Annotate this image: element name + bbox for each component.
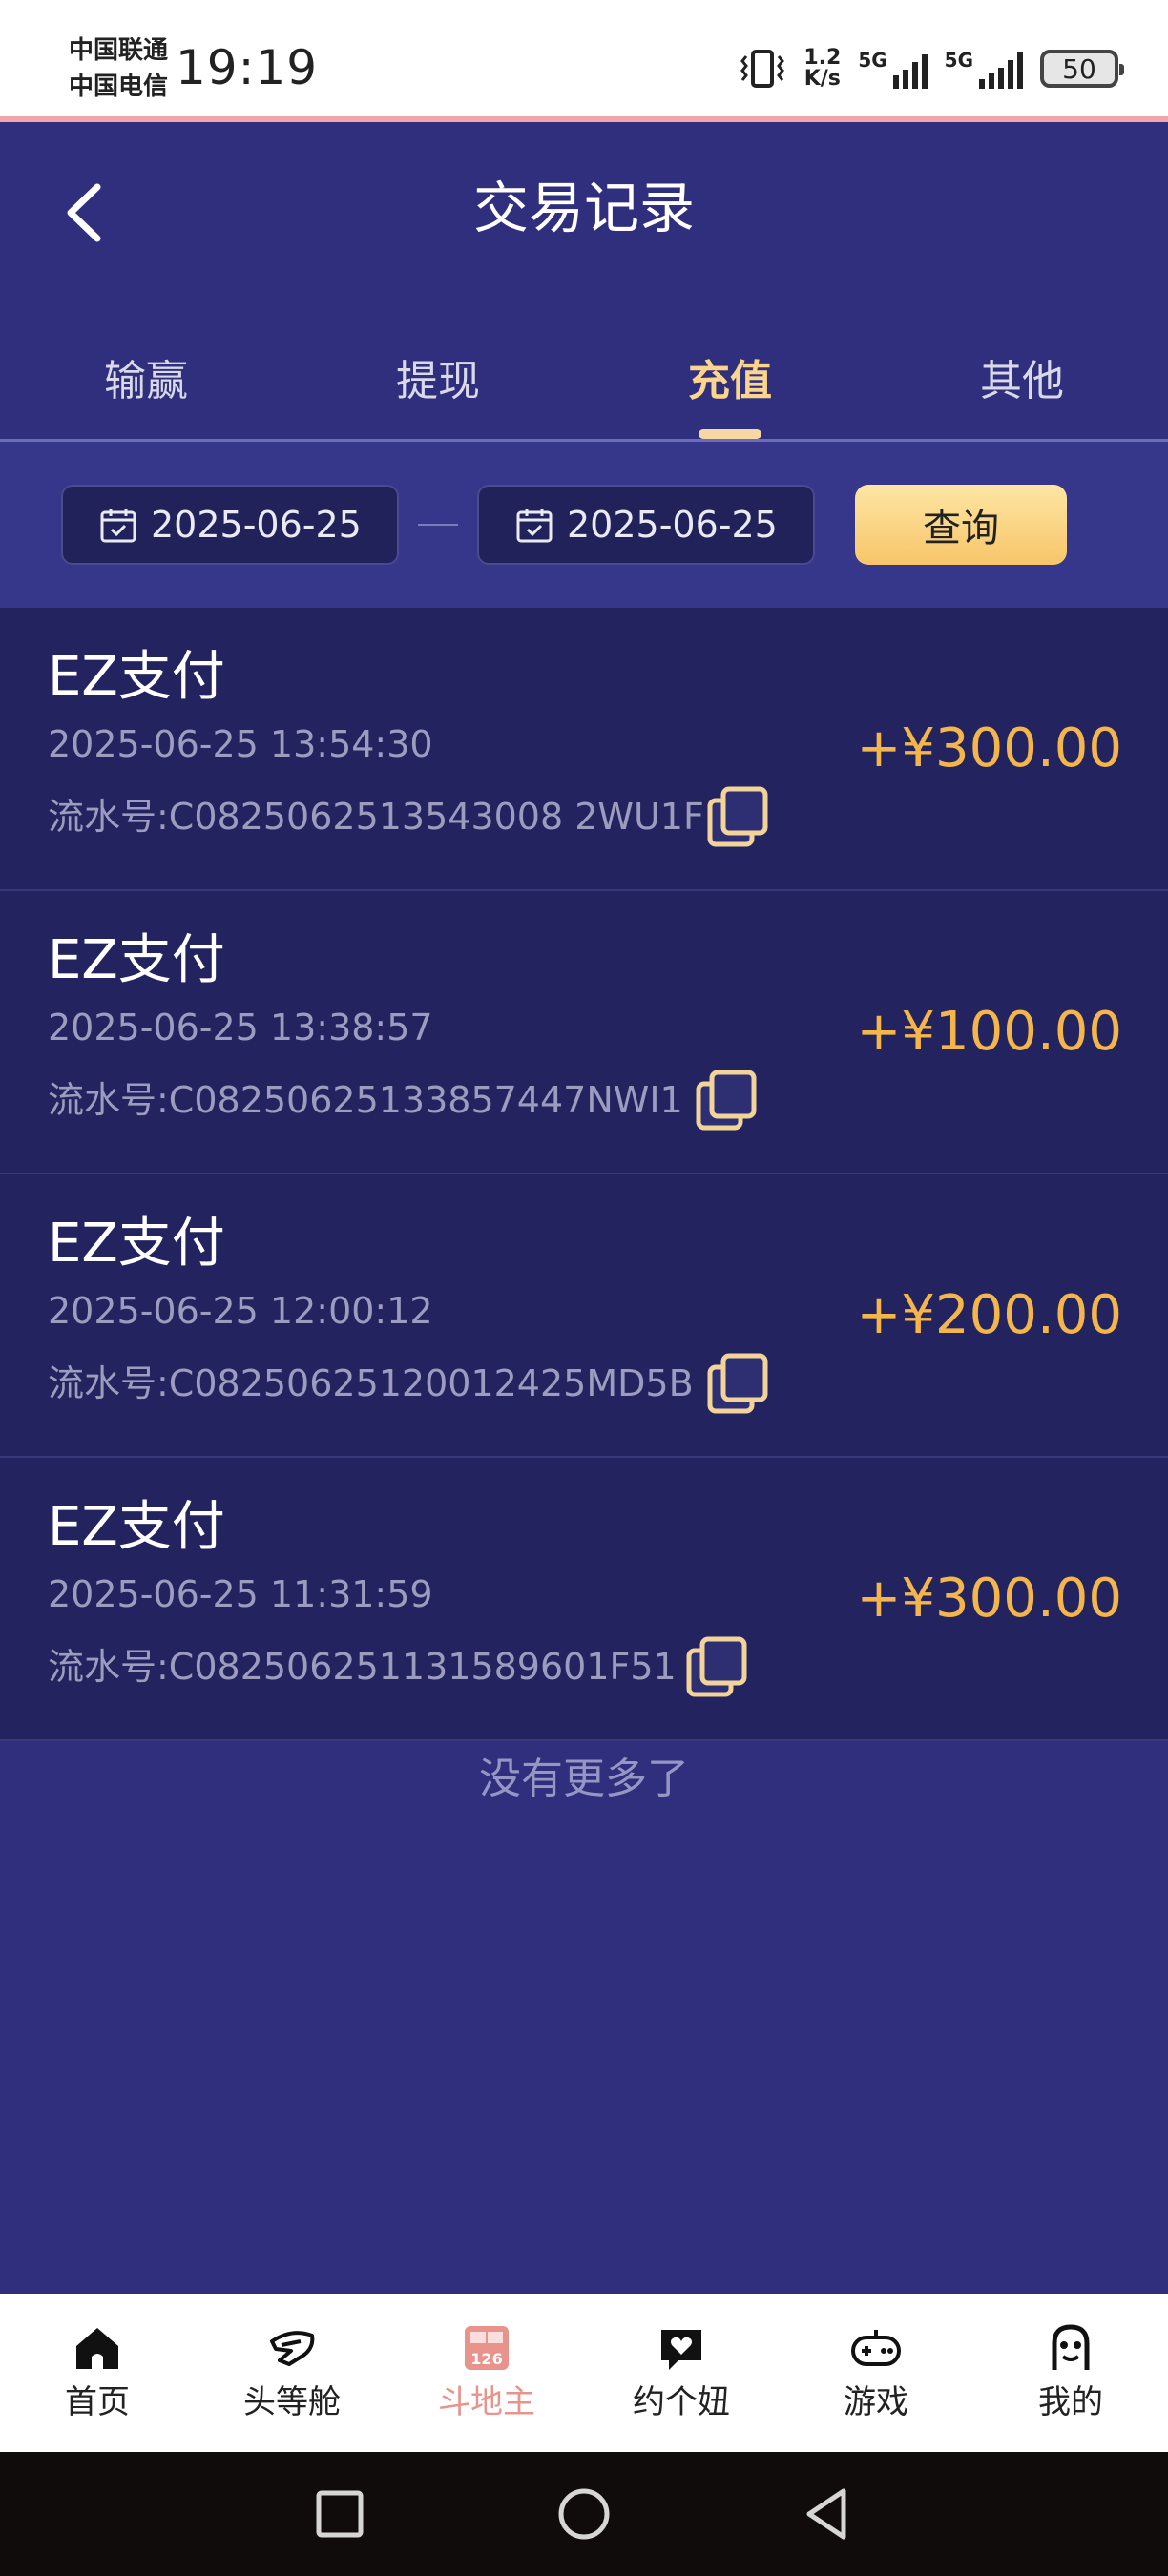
- sim2-signal-icon: 5G: [945, 49, 1023, 89]
- serial-number: 流水号:C0825062513543008 2WU1F: [48, 796, 704, 838]
- nav-date-label: 约个妞: [633, 2383, 730, 2421]
- tab-bar: 输赢 提现 充值 其他: [0, 334, 1168, 439]
- payment-method: EZ支付: [48, 1213, 225, 1275]
- serial-number: 流水号:C082506251131589601F51: [48, 1646, 677, 1688]
- status-time: 19:19: [176, 40, 319, 95]
- tab-win-loss[interactable]: 输赢: [0, 334, 292, 439]
- date-filter-bar: 2025-06-25 2025-06-25 查询: [0, 442, 1168, 608]
- gamepad-icon: [851, 2330, 901, 2366]
- end-date-picker[interactable]: 2025-06-25: [477, 485, 815, 565]
- copy-icon[interactable]: [706, 1352, 771, 1417]
- sim1-signal-icon: 5G: [858, 49, 928, 89]
- copy-icon[interactable]: [685, 1635, 750, 1700]
- tab-withdraw[interactable]: 提现: [292, 334, 584, 439]
- copy-icon[interactable]: [695, 1069, 760, 1133]
- nav-first-class-label: 头等舱: [243, 2383, 341, 2421]
- bottom-nav: 首页 头等舱 126 斗地主 约个妞 游戏 我的: [0, 2294, 1168, 2452]
- carrier-1: 中国联通: [69, 36, 169, 65]
- nav-home[interactable]: 首页: [0, 2294, 195, 2452]
- query-button[interactable]: 查询: [855, 485, 1067, 565]
- nav-games-label: 游戏: [844, 2383, 908, 2421]
- home-circle-icon[interactable]: [555, 2485, 613, 2543]
- serial-number: 流水号:C08250625120012425MD5B: [48, 1362, 694, 1404]
- system-icons: 1.2 K/s 5G 5G 50: [739, 42, 1124, 95]
- nav-date[interactable]: 约个妞: [584, 2294, 779, 2452]
- svg-text:126: 126: [470, 2350, 502, 2368]
- carrier-2: 中国电信: [69, 73, 169, 101]
- amount: +¥300.00: [856, 717, 1123, 779]
- nav-doudizhu-label: 斗地主: [438, 2383, 535, 2421]
- amount: +¥200.00: [856, 1284, 1123, 1346]
- start-date-value: 2025-06-25: [151, 504, 362, 546]
- nav-profile-label: 我的: [1038, 2383, 1103, 2421]
- list-item: EZ支付 2025-06-25 13:54:30 流水号:C0825062513…: [0, 608, 1168, 891]
- payment-method: EZ支付: [48, 929, 225, 991]
- calendar-icon: [516, 509, 553, 543]
- date-range-separator: [418, 524, 458, 526]
- transaction-time: 2025-06-25 12:00:12: [48, 1290, 433, 1332]
- transaction-time: 2025-06-25 13:54:30: [48, 723, 433, 765]
- nav-home-label: 首页: [65, 2383, 130, 2421]
- home-icon: [76, 2328, 118, 2369]
- net-speed: 1.2 K/s: [803, 48, 841, 90]
- no-more-text: 没有更多了: [479, 1755, 689, 1803]
- start-date-picker[interactable]: 2025-06-25: [61, 485, 399, 565]
- header: 交易记录 输赢 提现 充值 其他: [0, 122, 1168, 443]
- nav-profile[interactable]: 我的: [973, 2294, 1168, 2452]
- back-triangle-icon[interactable]: [800, 2485, 857, 2543]
- status-bar: 中国联通 中国电信 19:19 1.2 K/s 5G 5G 50: [0, 0, 1168, 122]
- transaction-time: 2025-06-25 13:38:57: [48, 1007, 433, 1049]
- payment-method: EZ支付: [48, 646, 225, 708]
- tab-other[interactable]: 其他: [876, 334, 1168, 439]
- page-title: 交易记录: [472, 176, 695, 240]
- transaction-time: 2025-06-25 11:31:59: [48, 1573, 433, 1615]
- battery-icon: 50: [1040, 50, 1124, 88]
- vibrate-icon: [740, 50, 785, 88]
- tab-recharge[interactable]: 充值: [584, 334, 876, 439]
- airplane-icon: [270, 2331, 315, 2366]
- profile-icon: [1052, 2324, 1090, 2370]
- doudizhu-icon: 126: [465, 2326, 509, 2370]
- net-speed-value: 1.2: [803, 46, 842, 70]
- end-date-value: 2025-06-25: [567, 504, 778, 546]
- sim2-label: 5G: [944, 49, 973, 72]
- list-item: EZ支付 2025-06-25 13:38:57 流水号:C0825062513…: [0, 891, 1168, 1174]
- list-item: EZ支付 2025-06-25 11:31:59 流水号:C0825062511…: [0, 1458, 1168, 1741]
- carrier-info: 中国联通 中国电信: [69, 32, 168, 105]
- net-speed-unit: K/s: [803, 67, 841, 91]
- serial-number: 流水号:C08250625133857447NWI1: [48, 1079, 683, 1121]
- payment-method: EZ支付: [48, 1496, 225, 1558]
- sim1-label: 5G: [858, 49, 887, 72]
- system-nav-bar: [0, 2452, 1168, 2576]
- calendar-icon: [100, 509, 136, 543]
- battery-level: 50: [1062, 52, 1096, 85]
- copy-icon[interactable]: [706, 785, 771, 850]
- nav-doudizhu[interactable]: 126 斗地主: [389, 2294, 584, 2452]
- list-item: EZ支付 2025-06-25 12:00:12 流水号:C0825062512…: [0, 1174, 1168, 1458]
- heart-chat-icon: [661, 2330, 701, 2370]
- nav-games[interactable]: 游戏: [779, 2294, 973, 2452]
- amount: +¥100.00: [856, 1001, 1123, 1063]
- recent-apps-icon[interactable]: [311, 2485, 368, 2543]
- transaction-list: EZ支付 2025-06-25 13:54:30 流水号:C0825062513…: [0, 608, 1168, 1741]
- amount: +¥300.00: [856, 1568, 1123, 1630]
- nav-first-class[interactable]: 头等舱: [195, 2294, 389, 2452]
